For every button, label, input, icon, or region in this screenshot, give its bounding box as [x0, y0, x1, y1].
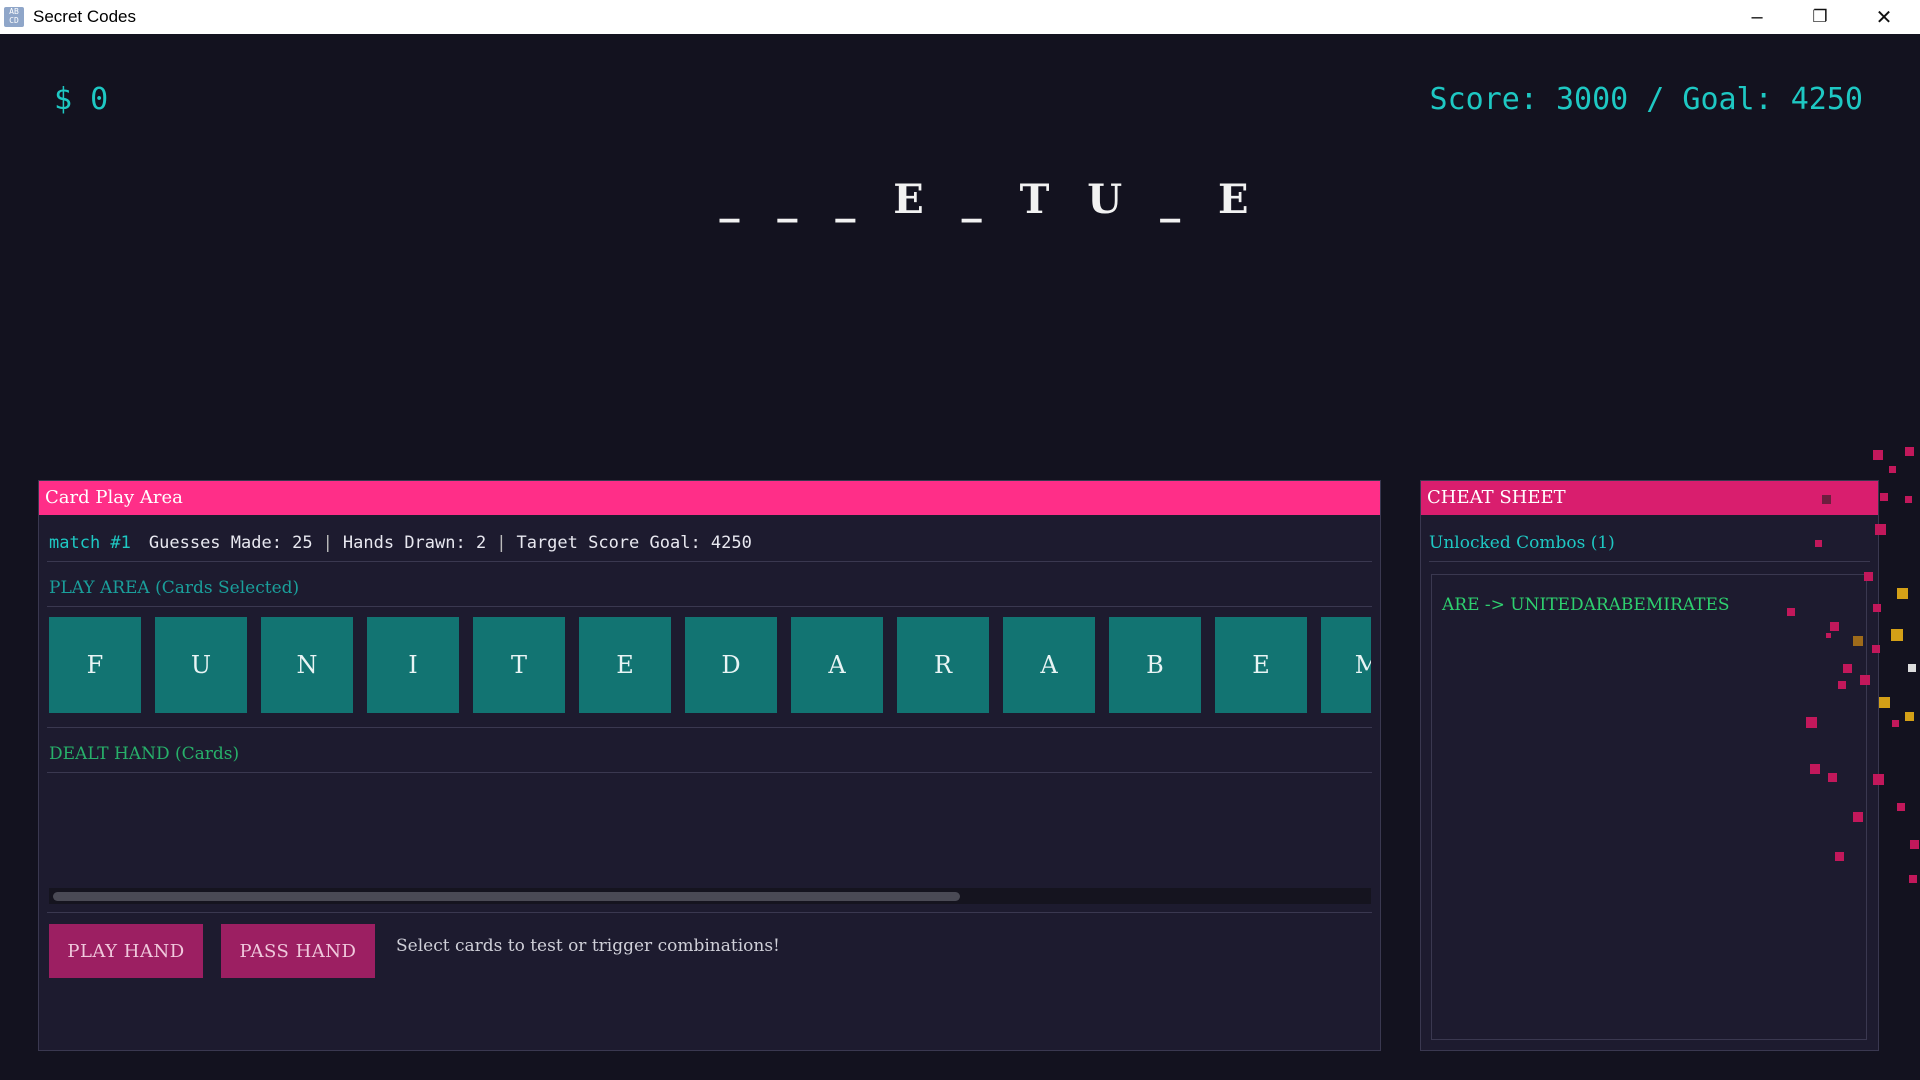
particle-pixel — [1897, 588, 1908, 599]
play-card[interactable]: E — [579, 617, 671, 713]
particle-pixel — [1909, 875, 1917, 883]
divider — [47, 912, 1372, 913]
hint-text: Select cards to test or trigger combinat… — [396, 936, 780, 956]
divider — [47, 727, 1372, 728]
restore-button[interactable]: ❐ — [1790, 0, 1850, 34]
play-card[interactable]: A — [791, 617, 883, 713]
particle-pixel — [1873, 604, 1881, 612]
divider — [47, 772, 1372, 773]
play-card[interactable]: I — [367, 617, 459, 713]
combo-item: ARE -> UNITEDARABEMIRATES — [1442, 595, 1730, 615]
unlocked-combos-label: Unlocked Combos (1) — [1429, 533, 1615, 553]
particle-pixel — [1897, 803, 1905, 811]
score-display: Score: 3000 / Goal: 4250 — [1429, 82, 1863, 117]
particle-pixel — [1830, 622, 1839, 631]
dealt-hand-label: DEALT HAND (Cards) — [49, 744, 240, 764]
app-icon: AB CD — [4, 7, 24, 27]
money-display: $ 0 — [54, 82, 109, 117]
particle-pixel — [1838, 681, 1846, 689]
scrollbar-thumb[interactable] — [53, 892, 960, 901]
card-play-area-header: Card Play Area — [39, 481, 1380, 515]
minimize-button[interactable]: – — [1727, 0, 1787, 34]
play-card[interactable]: A — [1003, 617, 1095, 713]
play-card[interactable]: N — [261, 617, 353, 713]
particle-pixel — [1828, 773, 1837, 782]
separator: | — [496, 533, 507, 553]
divider — [1429, 561, 1870, 562]
play-card[interactable]: U — [155, 617, 247, 713]
particle-pixel — [1860, 675, 1870, 685]
particle-pixel — [1905, 447, 1914, 456]
particle-pixel — [1873, 450, 1883, 460]
particle-pixel — [1787, 608, 1795, 616]
particle-pixel — [1910, 840, 1919, 849]
particle-pixel — [1908, 664, 1916, 672]
particle-pixel — [1864, 572, 1873, 581]
divider — [47, 606, 1372, 607]
particle-pixel — [1891, 629, 1903, 641]
cheat-sheet-header: CHEAT SHEET — [1421, 481, 1878, 515]
particle-pixel — [1815, 540, 1822, 547]
particle-pixel — [1853, 636, 1863, 646]
particle-pixel — [1879, 697, 1890, 708]
particle-pixel — [1822, 495, 1831, 504]
play-card[interactable]: F — [49, 617, 141, 713]
particle-pixel — [1892, 720, 1899, 727]
horizontal-scrollbar[interactable] — [49, 888, 1371, 904]
play-area-label: PLAY AREA (Cards Selected) — [49, 578, 300, 598]
window-titlebar: AB CD Secret Codes – ❐ ✕ — [0, 0, 1920, 34]
combo-list: ARE -> UNITEDARABEMIRATES — [1431, 574, 1867, 1040]
play-card[interactable]: R — [897, 617, 989, 713]
play-card[interactable]: E — [1215, 617, 1307, 713]
puzzle-word: _ _ _ E _ T U _ E — [719, 176, 1261, 223]
target-score: Target Score Goal: 4250 — [516, 533, 752, 553]
match-label: match #1 — [49, 533, 131, 553]
particle-pixel — [1875, 524, 1886, 535]
play-card[interactable]: M — [1321, 617, 1371, 713]
particle-pixel — [1905, 496, 1912, 503]
guesses-count: Guesses Made: 25 — [148, 533, 313, 553]
pass-hand-button[interactable]: PASS HAND — [221, 924, 375, 978]
card-play-area-panel: Card Play Area match #1 Guesses Made: 25 |… — [38, 480, 1381, 1051]
divider — [47, 561, 1372, 562]
selected-cards-row: FUNITEDARABEM — [49, 617, 1371, 713]
particle-pixel — [1872, 645, 1880, 653]
particle-pixel — [1826, 633, 1831, 638]
particle-pixel — [1806, 717, 1817, 728]
play-card[interactable]: D — [685, 617, 777, 713]
particle-pixel — [1853, 812, 1863, 822]
particle-pixel — [1810, 764, 1820, 774]
play-card[interactable]: T — [473, 617, 565, 713]
hands-count: Hands Drawn: 2 — [342, 533, 487, 553]
close-button[interactable]: ✕ — [1854, 0, 1914, 34]
play-card[interactable]: B — [1109, 617, 1201, 713]
separator: | — [322, 533, 333, 553]
particle-pixel — [1905, 712, 1914, 721]
particle-pixel — [1880, 493, 1888, 501]
play-hand-button[interactable]: PLAY HAND — [49, 924, 203, 978]
particle-pixel — [1843, 664, 1852, 673]
particle-pixel — [1873, 774, 1884, 785]
match-info: match #1 Guesses Made: 25 | Hands Drawn: 2 |… — [49, 533, 752, 553]
particle-pixel — [1889, 466, 1896, 473]
window-title: Secret Codes — [33, 7, 136, 26]
particle-pixel — [1835, 852, 1844, 861]
